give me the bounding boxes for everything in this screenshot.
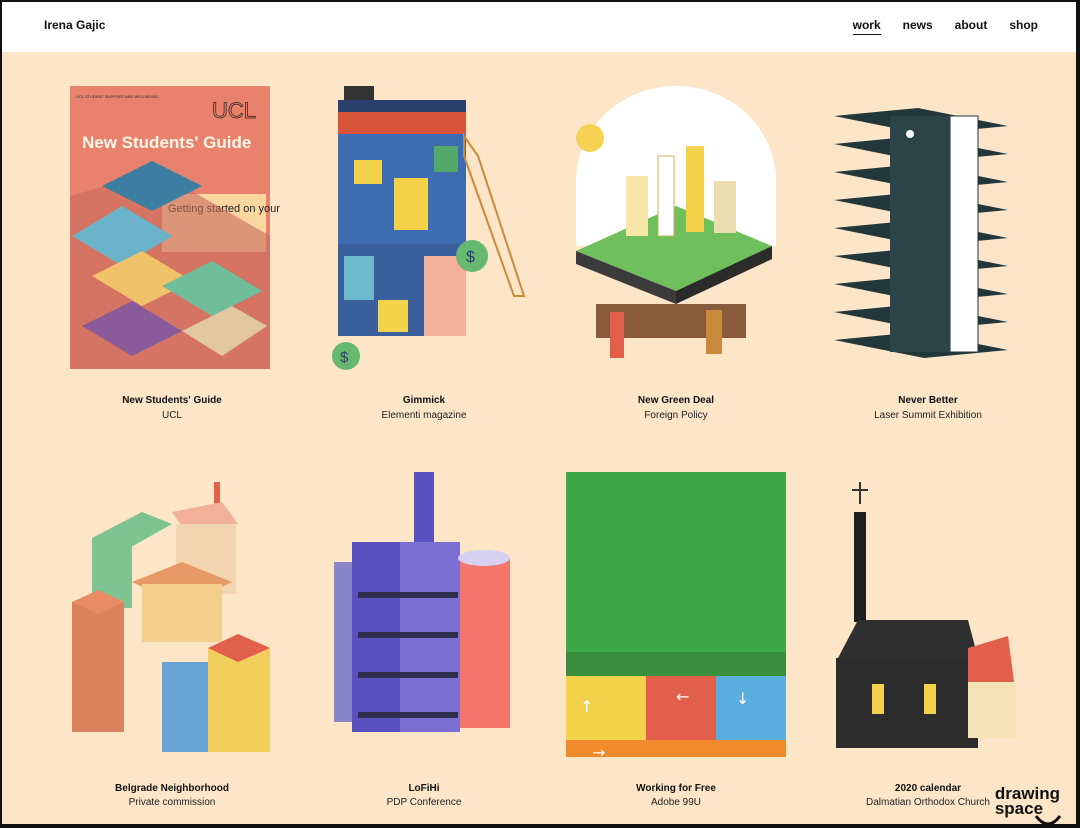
project-thumbnail[interactable]: UCL STUDENT SUPPORT AND WELLBEING UCL Ne… <box>62 86 282 371</box>
svg-text:$: $ <box>466 249 475 266</box>
project-thumbnail[interactable] <box>62 472 282 757</box>
arrow-icon: ← <box>676 687 689 706</box>
project-client: Adobe 99U <box>650 797 702 808</box>
project-client: Laser Summit Exhibition <box>874 410 982 421</box>
watermark-logo: drawing space <box>995 785 1062 824</box>
project-title[interactable]: New Green Deal <box>566 395 786 406</box>
project-thumbnail[interactable] <box>818 86 1038 371</box>
cover-headline: New Students' Guide <box>82 133 251 152</box>
project-card-belgrade-neighborhood[interactable]: Belgrade Neighborhood Private commission <box>62 472 282 812</box>
project-card-new-students-guide[interactable]: UCL STUDENT SUPPORT AND WELLBEING UCL Ne… <box>62 86 282 426</box>
project-client: PDP Conference <box>386 797 462 808</box>
cover-org-line: UCL STUDENT SUPPORT AND WELLBEING <box>76 94 158 99</box>
project-title[interactable]: New Students' Guide <box>62 395 282 406</box>
arrow-icon: → <box>592 743 605 757</box>
project-client: Private commission <box>128 797 216 808</box>
site-brand[interactable]: Irena Gajic <box>44 18 105 32</box>
project-thumbnail[interactable] <box>566 86 786 371</box>
main-nav: work news about shop <box>852 18 1038 35</box>
project-title[interactable]: LoFiHi <box>314 783 534 794</box>
arrow-icon: ↓ <box>736 689 749 708</box>
project-thumbnail[interactable]: ↑ ← ↓ → <box>566 472 786 757</box>
svg-text:$: $ <box>340 349 349 366</box>
smile-icon <box>1034 815 1062 824</box>
site-header: Irena Gajic work news about shop <box>2 2 1076 52</box>
project-thumbnail[interactable]: $ $ <box>314 86 534 371</box>
nav-about[interactable]: about <box>955 18 988 32</box>
project-thumbnail[interactable] <box>818 472 1038 757</box>
project-card-gimmick[interactable]: $ $ Gimmick Elementi magazine <box>314 86 534 426</box>
nav-work[interactable]: work <box>852 18 881 35</box>
project-card-new-green-deal[interactable]: New Green Deal Foreign Policy <box>566 86 786 426</box>
project-card-2020-calendar[interactable]: 2020 calendar Dalmatian Orthodox Church <box>818 472 1038 812</box>
project-card-working-for-free[interactable]: ↑ ← ↓ → Working for Free Adobe 99U <box>566 472 786 812</box>
project-title[interactable]: Working for Free <box>566 783 786 794</box>
arrow-icon: ↑ <box>580 697 593 716</box>
project-thumbnail[interactable] <box>314 472 534 757</box>
nav-shop[interactable]: shop <box>1009 18 1038 32</box>
project-title[interactable]: Never Better <box>818 395 1038 406</box>
project-client: UCL <box>161 410 182 421</box>
project-client: Elementi magazine <box>381 410 467 421</box>
project-title[interactable]: Belgrade Neighborhood <box>62 783 282 794</box>
project-title[interactable]: Gimmick <box>314 395 534 406</box>
project-client: Foreign Policy <box>644 410 708 421</box>
nav-news[interactable]: news <box>903 18 933 32</box>
project-card-never-better[interactable]: Never Better Laser Summit Exhibition <box>818 86 1038 426</box>
project-card-lofihi[interactable]: LoFiHi PDP Conference <box>314 472 534 812</box>
cover-logo: UCL <box>212 98 256 123</box>
page: Irena Gajic work news about shop UCL STU… <box>2 2 1076 824</box>
